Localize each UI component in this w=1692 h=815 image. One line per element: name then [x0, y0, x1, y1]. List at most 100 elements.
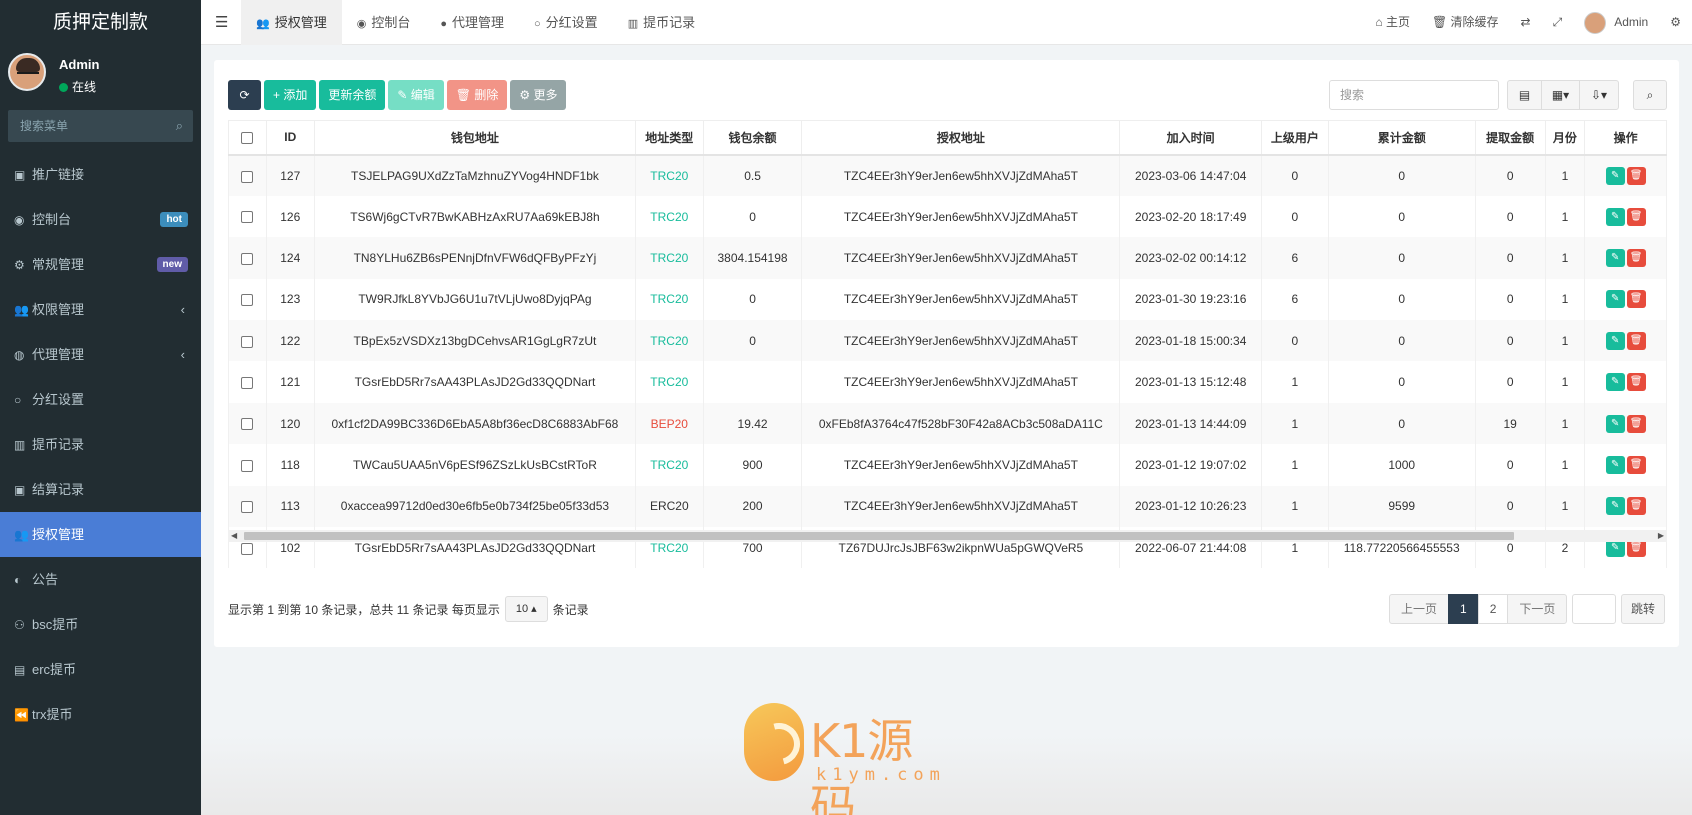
row-checkbox[interactable] [241, 376, 254, 389]
row-delete-button[interactable]: 🗑 [1626, 207, 1646, 226]
column-header[interactable]: 钱包余额 [702, 120, 803, 156]
column-header[interactable]: 钱包地址 [313, 120, 636, 156]
table-cell: 6 [1261, 278, 1329, 321]
tab-2[interactable]: ● 代理管理 [425, 0, 519, 45]
home-label: 主页 [1385, 15, 1410, 29]
row-edit-button[interactable]: ✎ [1605, 207, 1625, 226]
column-header[interactable]: 月份 [1544, 120, 1586, 156]
table-cell: 1 [1544, 361, 1586, 403]
row-checkbox[interactable] [241, 459, 254, 472]
horizontal-scrollbar[interactable]: ◀ ▶ [228, 530, 1667, 542]
update-balance-button[interactable]: 更新余额 [319, 80, 386, 110]
sidebar-item-7[interactable]: ▣ 结算记录 [0, 467, 201, 512]
export-icon[interactable]: ⇩▾ [1579, 80, 1619, 110]
row-edit-button[interactable]: ✎ [1605, 373, 1625, 392]
row-checkbox[interactable] [241, 542, 254, 555]
admin-menu[interactable]: Admin [1573, 0, 1659, 45]
row-delete-button[interactable]: 🗑 [1626, 373, 1646, 392]
row-edit-button[interactable]: ✎ [1605, 455, 1625, 474]
sidebar-item-6[interactable]: ▥ 提币记录 [0, 422, 201, 467]
scroll-right-icon[interactable]: ▶ [1658, 530, 1664, 542]
language-icon[interactable]: ⇄ [1510, 0, 1542, 45]
row-delete-button[interactable]: 🗑 [1626, 497, 1646, 516]
refresh-button[interactable]: ⟳ [228, 80, 261, 110]
page-size-dropdown[interactable]: 10 ▴ [504, 596, 548, 622]
row-checkbox[interactable] [241, 252, 254, 265]
sidebar-search-input[interactable] [8, 110, 193, 142]
row-delete-button[interactable]: 🗑 [1626, 166, 1646, 185]
column-header[interactable]: 加入时间 [1119, 120, 1263, 156]
table-cell: 124 [265, 237, 315, 279]
sidebar-item-2[interactable]: ⚙ 常规管理 new [0, 242, 201, 287]
row-delete-button[interactable]: 🗑 [1626, 290, 1646, 309]
home-link[interactable]: ⌂ 主页 [1364, 0, 1421, 45]
tab-0[interactable]: 👥 授权管理 [241, 0, 342, 45]
column-header[interactable]: 操作 [1584, 120, 1667, 156]
table-cell: 0xaccea99712d0ed30e6fb5e0b734f25be05f33d… [313, 485, 636, 528]
column-header[interactable]: ID [265, 120, 315, 156]
toggle-view-icon[interactable]: ▤ [1507, 80, 1542, 110]
edit-button[interactable]: ✎ 编辑 [388, 80, 444, 110]
row-delete-button[interactable]: 🗑 [1626, 455, 1646, 474]
go-button[interactable]: 跳转 [1621, 594, 1666, 624]
more-button[interactable]: ⚙ 更多 [510, 80, 567, 110]
sidebar-item-11[interactable]: ▤ erc提币 [0, 647, 201, 692]
search-icon[interactable]: ⌕ [176, 118, 183, 134]
row-checkbox[interactable] [241, 211, 254, 224]
prev-page-button[interactable]: 上一页 [1389, 594, 1450, 624]
search-icon[interactable]: ⌕ [1633, 80, 1667, 110]
column-header[interactable]: 提取金额 [1474, 120, 1546, 156]
next-page-button[interactable]: 下一页 [1507, 594, 1568, 624]
column-header[interactable]: 地址类型 [634, 120, 704, 156]
fullscreen-icon[interactable]: ⤢ [1542, 0, 1574, 45]
select-all-checkbox[interactable] [241, 132, 254, 145]
row-delete-button[interactable]: 🗑 [1626, 331, 1646, 350]
table-cell: 120 [265, 402, 315, 445]
sidebar-item-3[interactable]: 👥 权限管理 ‹ [0, 287, 201, 332]
row-delete-button[interactable]: 🗑 [1626, 248, 1646, 267]
sidebar-item-0[interactable]: ▣ 推广链接 [0, 152, 201, 197]
sidebar-item-12[interactable]: ⏪ trx提币 [0, 692, 201, 737]
tab-icon: ● [440, 18, 447, 30]
columns-icon[interactable]: ▦▾ [1541, 80, 1580, 110]
row-checkbox[interactable] [241, 294, 254, 307]
scroll-left-icon[interactable]: ◀ [231, 530, 237, 542]
brand-title[interactable]: 质押定制款 [0, 0, 201, 45]
sidebar-item-4[interactable]: ◍ 代理管理 ‹ [0, 332, 201, 377]
settings-gear-icon[interactable]: ⚙ [1659, 0, 1692, 45]
table-search-input[interactable] [1329, 80, 1499, 110]
page-button[interactable]: 1 [1448, 594, 1479, 624]
column-header[interactable]: 累计金额 [1327, 120, 1476, 156]
page-jump-input[interactable] [1572, 594, 1616, 624]
row-edit-button[interactable]: ✎ [1605, 290, 1625, 309]
column-header[interactable]: 上级用户 [1261, 120, 1329, 156]
row-edit-button[interactable]: ✎ [1605, 248, 1625, 267]
sidebar-item-5[interactable]: ○ 分红设置 [0, 377, 201, 422]
sidebar-item-9[interactable]: ◐ 公告 [0, 557, 201, 602]
clear-cache-link[interactable]: 🗑 清除缓存 [1421, 0, 1510, 45]
add-button[interactable]: + 添加 [264, 80, 317, 110]
page-button[interactable]: 2 [1477, 594, 1509, 624]
menu-toggle-icon[interactable]: ☰ [215, 13, 228, 31]
pagination-info-suffix: 条记录 [552, 602, 589, 617]
sidebar-item-8[interactable]: 👥 授权管理 [0, 512, 201, 557]
row-edit-button[interactable]: ✎ [1605, 497, 1625, 516]
row-checkbox[interactable] [241, 501, 254, 514]
row-checkbox[interactable] [241, 418, 254, 431]
delete-button[interactable]: 🗑 删除 [446, 80, 508, 110]
tab-4[interactable]: ▥ 提币记录 [613, 0, 710, 45]
row-delete-button[interactable]: 🗑 [1626, 414, 1646, 433]
row-edit-button[interactable]: ✎ [1605, 166, 1625, 185]
table-cell: 1 [1261, 402, 1329, 445]
column-header[interactable]: 授权地址 [801, 120, 1121, 156]
row-checkbox[interactable] [241, 335, 254, 348]
tab-1[interactable]: ◉ 控制台 [342, 0, 426, 45]
tab-3[interactable]: ○ 分红设置 [519, 0, 613, 45]
sidebar-item-1[interactable]: ◉ 控制台 hot [0, 197, 201, 242]
row-edit-button[interactable]: ✎ [1605, 331, 1625, 350]
scrollbar-thumb[interactable] [244, 532, 1514, 540]
dashboard-icon: ▣ [14, 168, 26, 182]
row-edit-button[interactable]: ✎ [1605, 414, 1625, 433]
sidebar-item-10[interactable]: ⚇ bsc提币 [0, 602, 201, 647]
row-checkbox[interactable] [241, 170, 254, 183]
